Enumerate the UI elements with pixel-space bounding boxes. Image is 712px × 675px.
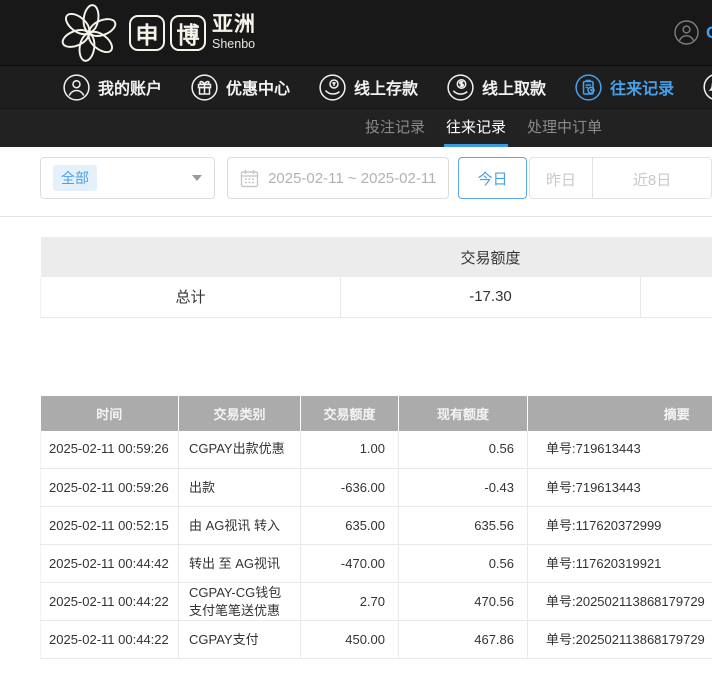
cell-type: 转出 至 AG视讯 — [179, 545, 301, 583]
gift-icon — [191, 74, 218, 101]
cell-time: 2025-02-11 00:44:22 — [41, 583, 179, 621]
quick-range-group: 昨日 近8日 — [529, 157, 712, 199]
cell-time: 2025-02-11 00:44:42 — [41, 545, 179, 583]
logo-region-label: 亚洲 — [212, 14, 256, 35]
cell-ref: 单号:202502113868179729 — [528, 621, 712, 659]
today-button[interactable]: 今日 — [458, 157, 527, 199]
category-select[interactable]: 全部 — [40, 157, 215, 199]
table-row: 2025-02-11 00:44:22 CGPAY-CG钱包 支付笔笔送优惠 2… — [41, 583, 712, 621]
col-type: 交易类别 — [179, 396, 301, 431]
summary-total-value: -17.30 — [341, 277, 641, 317]
table-row: 2025-02-11 00:52:15 由 AG视讯 转入 635.00 635… — [41, 507, 712, 545]
cell-balance: 635.56 — [399, 507, 528, 545]
notifications-button[interactable] — [703, 73, 712, 101]
cell-type: 由 AG视讯 转入 — [179, 507, 301, 545]
deposit-icon — [319, 74, 346, 101]
cell-amount: -636.00 — [301, 469, 399, 507]
cell-ref: 单号:202502113868179729 — [528, 583, 712, 621]
account-menu[interactable]: C — [674, 20, 712, 45]
logo-char-bo: 博 — [170, 15, 206, 51]
tab-transaction-records[interactable]: 往来记录 — [444, 109, 508, 147]
records-header-row: 时间 交易类别 交易额度 现有额度 摘要 — [41, 396, 712, 431]
table-row: 2025-02-11 00:59:26 CGPAY出款优惠 1.00 0.56 … — [41, 431, 712, 469]
cell-balance: 0.56 — [399, 431, 528, 469]
nav-online-withdrawal[interactable]: 线上取款 — [447, 74, 546, 101]
col-summary: 摘要 — [528, 396, 712, 431]
nav-label: 线上取款 — [482, 75, 546, 99]
nav-my-account[interactable]: 我的账户 — [63, 74, 162, 101]
records-subnav: 投注记录 往来记录 处理中订单 — [0, 108, 712, 147]
bell-icon — [703, 73, 712, 101]
nav-label: 往来记录 — [610, 75, 674, 99]
cell-type: CGPAY支付 — [179, 621, 301, 659]
cell-ref: 单号:719613443 — [528, 431, 712, 469]
cell-type: CGPAY出款优惠 — [179, 431, 301, 469]
cell-amount: 450.00 — [301, 621, 399, 659]
flower-logo-icon — [58, 2, 120, 64]
col-amount: 交易额度 — [301, 396, 399, 431]
user-icon — [63, 74, 90, 101]
summary-table: 交易额度 总计 -17.30 — [40, 237, 712, 318]
cell-balance: -0.43 — [399, 469, 528, 507]
user-avatar-icon — [674, 20, 699, 45]
logo-char-shen: 申 — [129, 15, 165, 51]
cell-amount: 2.70 — [301, 583, 399, 621]
date-range-value: 2025-02-11 ~ 2025-02-11 — [268, 170, 436, 187]
top-header: 申 博 亚洲 Shenbo C — [0, 0, 712, 65]
table-row: 2025-02-11 00:44:22 CGPAY支付 450.00 467.8… — [41, 621, 712, 659]
withdraw-icon — [447, 74, 474, 101]
cell-type: CGPAY-CG钱包 支付笔笔送优惠 — [179, 583, 301, 621]
section-divider — [0, 216, 712, 217]
col-balance: 现有额度 — [399, 396, 528, 431]
records-table: 时间 交易类别 交易额度 现有额度 摘要 2025-02-11 00:59:26… — [40, 396, 712, 660]
chevron-down-icon — [192, 175, 202, 181]
summary-header-row: 交易额度 — [41, 237, 712, 277]
yesterday-button[interactable]: 昨日 — [530, 158, 593, 199]
brand-logo[interactable]: 申 博 亚洲 Shenbo — [58, 2, 256, 64]
cell-amount: -470.00 — [301, 545, 399, 583]
calendar-icon — [240, 169, 259, 188]
cell-time: 2025-02-11 00:44:22 — [41, 621, 179, 659]
nav-online-deposit[interactable]: 线上存款 — [319, 74, 418, 101]
filter-row: 全部 2025-02-11 ~ 2025-02-11 今日 昨日 近8日 — [40, 157, 712, 199]
main-navigation: 我的账户 优惠中心 线上存款 — [0, 65, 712, 108]
username-text: C — [706, 23, 712, 43]
tab-betting-records[interactable]: 投注记录 — [363, 109, 427, 147]
cell-ref: 单号:719613443 — [528, 469, 712, 507]
cell-balance: 467.86 — [399, 621, 528, 659]
table-row: 2025-02-11 00:44:42 转出 至 AG视讯 -470.00 0.… — [41, 545, 712, 583]
cell-amount: 1.00 — [301, 431, 399, 469]
summary-header-empty — [641, 237, 712, 277]
last-8-days-button[interactable]: 近8日 — [593, 158, 711, 199]
nav-transaction-records[interactable]: 往来记录 — [575, 74, 674, 101]
nav-label: 我的账户 — [98, 75, 162, 99]
cell-balance: 470.56 — [399, 583, 528, 621]
cell-ref: 单号:117620319921 — [528, 545, 712, 583]
summary-empty-cell — [641, 277, 712, 317]
cell-ref: 单号:117620372999 — [528, 507, 712, 545]
cell-time: 2025-02-11 00:52:15 — [41, 507, 179, 545]
cell-time: 2025-02-11 00:59:26 — [41, 469, 179, 507]
cell-balance: 0.56 — [399, 545, 528, 583]
summary-header-amount: 交易额度 — [341, 237, 641, 277]
category-selected-chip: 全部 — [53, 165, 97, 191]
summary-total-label: 总计 — [41, 277, 341, 317]
col-time: 时间 — [41, 396, 179, 431]
nav-label: 优惠中心 — [226, 75, 290, 99]
summary-header-empty — [41, 237, 341, 277]
cell-type: 出款 — [179, 469, 301, 507]
page: 申 博 亚洲 Shenbo C 我的账户 — [0, 0, 712, 675]
nav-label: 线上存款 — [354, 75, 418, 99]
cell-time: 2025-02-11 00:59:26 — [41, 431, 179, 469]
records-icon — [575, 74, 602, 101]
logo-sub-label: Shenbo — [212, 38, 256, 51]
date-range-picker[interactable]: 2025-02-11 ~ 2025-02-11 — [227, 157, 449, 199]
summary-total-row: 总计 -17.30 — [41, 277, 712, 317]
nav-promotions[interactable]: 优惠中心 — [191, 74, 290, 101]
tab-pending-orders[interactable]: 处理中订单 — [525, 109, 604, 147]
table-row: 2025-02-11 00:59:26 出款 -636.00 -0.43 单号:… — [41, 469, 712, 507]
cell-amount: 635.00 — [301, 507, 399, 545]
